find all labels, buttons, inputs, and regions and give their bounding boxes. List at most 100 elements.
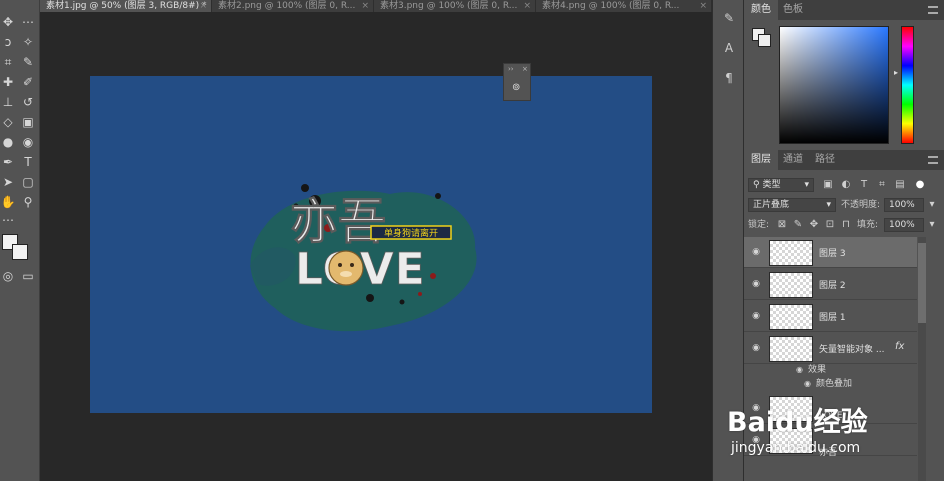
filter-adjustment-icon[interactable]: ◐ [840,179,852,191]
close-icon[interactable]: × [361,0,369,12]
magic-wand-icon[interactable]: ✧ [20,34,36,50]
layer-row-layer-3[interactable]: ◉ 图层 3 [744,237,917,268]
lock-artboard-icon[interactable]: ⊡ [824,219,836,231]
blood-dot [430,273,436,279]
filter-pixel-icon[interactable]: ▣ [822,179,834,191]
baidu-watermark: Baidu经验 jingyan.baidu.com [727,392,907,472]
tab-document-4[interactable]: 素材4.png @ 100% (图层 0, R... × [536,0,712,12]
lock-transparent-icon[interactable]: ⊠ [776,219,788,231]
fill-field[interactable]: 100% [884,218,924,232]
move-tool-icon[interactable]: ✥ [0,14,16,30]
filter-shape-icon[interactable]: ⌗ [876,179,888,191]
lock-paint-icon[interactable]: ✎ [792,219,804,231]
blur-tool-icon[interactable]: ● [0,134,16,150]
color-panel-tabs: 颜色 色板 [744,0,944,20]
visibility-eye-icon[interactable]: ◉ [750,311,762,321]
healing-brush-icon[interactable]: ✚ [0,74,16,90]
layer-row-layer-2[interactable]: ◉ 图层 2 [744,269,917,300]
layer-thumbnail [769,304,813,330]
close-icon[interactable]: × [199,0,207,12]
layer-row-layer-1[interactable]: ◉ 图层 1 [744,301,917,332]
doge-eye [350,263,354,267]
visibility-eye-icon[interactable]: ◉ [750,343,762,353]
chevron-down-icon[interactable]: ▾ [926,199,938,211]
type-tool-icon[interactable]: T [20,154,36,170]
close-icon[interactable]: × [522,65,528,73]
tab-swatches[interactable]: 色板 [776,0,810,20]
effects-label: 效果 [808,365,827,375]
crop-tool-icon[interactable]: ⌗ [0,54,16,70]
tab-channels[interactable]: 通道 [776,150,810,170]
chevron-down-icon: ▾ [804,180,809,190]
blend-mode-select[interactable]: 正片叠底 ▾ [748,198,836,212]
zoom-tool-icon[interactable]: ⚲ [20,194,36,210]
tab-document-3[interactable]: 素材3.png @ 100% (图层 0, R... × [374,0,536,12]
edit-toolbar-icon[interactable]: ⋯ [0,212,16,228]
hue-slider[interactable] [901,26,914,144]
hand-tool-icon[interactable]: ✋ [0,194,16,210]
lock-all-icon[interactable]: ⊓ [840,219,852,231]
eyedropper-icon[interactable]: ✎ [20,54,36,70]
tab-color[interactable]: 颜色 [744,0,778,20]
pen-tool-icon[interactable]: ✒ [0,154,16,170]
history-brush-icon[interactable]: ↺ [20,94,36,110]
tab-paths[interactable]: 路径 [808,150,842,170]
visibility-eye-icon[interactable]: ◉ [804,377,811,391]
tab-document-2[interactable]: 素材2.png @ 100% (图层 0, R... × [212,0,374,12]
close-icon[interactable]: × [523,0,531,12]
background-color-swatch[interactable] [12,244,28,260]
effects-badge[interactable]: fx [895,341,904,352]
chevron-down-icon[interactable]: ▾ [926,219,938,231]
panel-menu-icon[interactable] [928,6,938,14]
collapse-icon[interactable]: ›› [508,65,514,73]
hue-marker-icon[interactable]: ▸ [894,68,898,77]
brush-settings-icon[interactable]: ✎ [721,10,737,26]
color-picker-field[interactable] [779,26,889,144]
layers-scrollbar-thumb[interactable] [918,243,926,323]
ink-dot [399,299,405,305]
more-tools-icon[interactable]: ⋯ [20,14,36,30]
filter-smart-object-icon[interactable]: ▤ [894,179,906,191]
layer-filter-select[interactable]: ⚲ 类型 ▾ [748,178,814,192]
photoshop-window: ✥ ⋯ ↄ ✧ ⌗ ✎ ✚ ✐ ⊥ ↺ ◇ ▣ ● ◉ ✒ T ➤ ▢ ✋ ⚲ … [0,0,944,481]
dodge-tool-icon[interactable]: ◉ [20,134,36,150]
lasso-tool-icon[interactable]: ↄ [0,34,16,50]
layer-thumbnail [769,240,813,266]
tab-layers[interactable]: 图层 [744,150,778,170]
artwork: 亦吾 单身狗请离开 LOVE [250,184,477,332]
lock-position-icon[interactable]: ✥ [808,219,820,231]
filter-toggle-icon[interactable]: ● [914,179,926,191]
floating-panel[interactable]: ›› × ⊚ [503,63,531,101]
path-selection-icon[interactable]: ➤ [0,174,16,190]
color-overlay-row[interactable]: ◉ 颜色叠加 [744,377,917,391]
properties-icon[interactable]: ⊚ [512,82,520,93]
chevron-down-icon: ▾ [826,200,831,210]
tab-label: 素材4.png @ 100% (图层 0, R... [542,1,680,11]
visibility-eye-icon[interactable]: ◉ [796,363,803,377]
fill-label: 填充: [857,220,879,230]
document-canvas[interactable]: 亦吾 单身狗请离开 LOVE [90,76,652,413]
quick-mask-icon[interactable]: ◎ [0,268,16,284]
opacity-field[interactable]: 100% [884,198,924,212]
character-panel-icon[interactable]: A [721,40,737,56]
visibility-eye-icon[interactable]: ◉ [750,247,762,257]
panel-menu-icon[interactable] [928,156,938,164]
layer-row-smart-object[interactable]: ◉ 矢量智能对象 ... fx [744,333,917,364]
filter-type-icon[interactable]: T [858,179,870,191]
gradient-tool-icon[interactable]: ▣ [20,114,36,130]
paragraph-panel-icon[interactable]: ¶ [721,70,737,86]
clone-stamp-icon[interactable]: ⊥ [0,94,16,110]
screen-mode-icon[interactable]: ▭ [20,268,36,284]
visibility-eye-icon[interactable]: ◉ [750,279,762,289]
effects-row[interactable]: ◉ 效果 [744,363,917,377]
brush-tool-icon[interactable]: ✐ [20,74,36,90]
color-overlay-label: 颜色叠加 [816,379,853,389]
tools-panel: ✥ ⋯ ↄ ✧ ⌗ ✎ ✚ ✐ ⊥ ↺ ◇ ▣ ● ◉ ✒ T ➤ ▢ ✋ ⚲ … [0,0,40,481]
background-color-swatch[interactable] [758,34,771,47]
eraser-icon[interactable]: ◇ [0,114,16,130]
close-icon[interactable]: × [699,0,707,12]
canvas-workspace[interactable]: 亦吾 单身狗请离开 LOVE ›› × ⊚ [40,12,712,481]
rectangle-tool-icon[interactable]: ▢ [20,174,36,190]
artwork-subtitle: 单身狗请离开 [384,227,438,239]
tab-document-1[interactable]: 素材1.jpg @ 50% (图层 3, RGB/8#) * × [40,0,212,12]
